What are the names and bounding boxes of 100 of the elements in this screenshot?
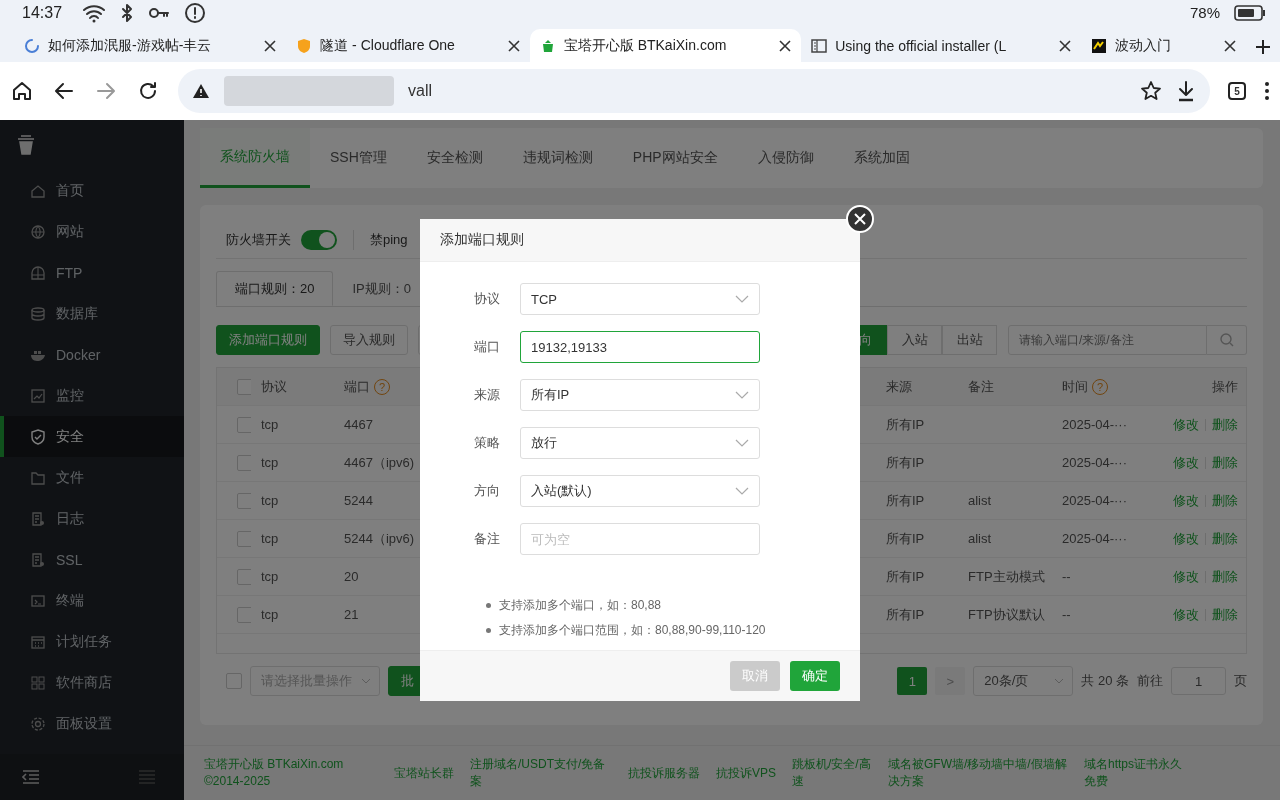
- sidebar-item[interactable]: 软件商店: [0, 662, 184, 703]
- page-button[interactable]: 1: [897, 667, 928, 695]
- tab[interactable]: 系统加固: [833, 128, 930, 188]
- browser-tab[interactable]: 宝塔开心版 BTKaiXin.com: [529, 29, 802, 62]
- firewall-toggle[interactable]: [301, 229, 337, 250]
- select-field[interactable]: 所有IP: [520, 379, 760, 411]
- tab[interactable]: 违规词检测: [502, 128, 613, 188]
- browser-tab[interactable]: 如何添加泯服-游戏帖-丰云: [14, 29, 287, 62]
- checkbox[interactable]: [237, 378, 251, 395]
- sidebar-item[interactable]: 数据库: [0, 293, 184, 334]
- table-cell: tcp: [261, 531, 279, 546]
- menu-icon[interactable]: [1264, 80, 1270, 102]
- delete-link[interactable]: 删除: [1212, 491, 1238, 510]
- confirm-button[interactable]: 确定: [790, 661, 840, 691]
- checkbox[interactable]: [237, 606, 251, 623]
- select-field[interactable]: 放行: [520, 427, 760, 459]
- footer-link[interactable]: 域名https证书永久免费: [1084, 756, 1204, 790]
- input-field[interactable]: 可为空: [520, 523, 760, 555]
- edit-link[interactable]: 修改: [1173, 491, 1199, 510]
- tab[interactable]: 入侵防御: [737, 128, 834, 188]
- sidebar-item[interactable]: 监控: [0, 375, 184, 416]
- search-button[interactable]: [1207, 325, 1247, 355]
- tab[interactable]: SSH管理: [310, 128, 407, 188]
- field-label: 方向: [473, 482, 501, 500]
- footer-link[interactable]: 宝塔站长群: [394, 764, 470, 782]
- footer-link[interactable]: 域名被GFW墙/移动墙中墙/假墙解决方案: [888, 756, 1084, 790]
- sidebar-item[interactable]: 终端: [0, 580, 184, 621]
- column-header: 时间: [1062, 377, 1088, 396]
- footer-link[interactable]: 抗投诉VPS: [716, 764, 792, 782]
- table-cell: 20: [344, 569, 359, 584]
- sidebar-item[interactable]: Docker: [0, 334, 184, 375]
- close-icon[interactable]: [779, 39, 792, 52]
- select-field[interactable]: 入站(默认): [520, 475, 760, 507]
- edit-link[interactable]: 修改: [1173, 605, 1199, 624]
- tab-count[interactable]: 5: [1228, 82, 1246, 100]
- close-icon[interactable]: [507, 39, 520, 52]
- search-icon[interactable]: [1218, 332, 1235, 348]
- sidebar-item[interactable]: 面板设置: [0, 703, 184, 744]
- table-cell: 4467: [344, 417, 373, 432]
- close-icon[interactable]: [264, 39, 277, 52]
- home-icon[interactable]: [10, 79, 34, 103]
- footer-link[interactable]: 注册域名/USDT支付/免备案: [470, 756, 628, 790]
- add-rule-button[interactable]: 添加端口规则: [216, 325, 320, 355]
- delete-link[interactable]: 删除: [1212, 605, 1238, 624]
- checkbox[interactable]: [226, 673, 242, 689]
- delete-link[interactable]: 删除: [1212, 529, 1238, 548]
- delete-link[interactable]: 删除: [1212, 453, 1238, 472]
- table-cell: 2025-04-···: [1062, 455, 1128, 470]
- sidebar-item[interactable]: FTP: [0, 252, 184, 293]
- checkbox[interactable]: [237, 416, 251, 433]
- page-size-select[interactable]: 20条/页: [973, 666, 1074, 696]
- close-icon[interactable]: [1224, 39, 1236, 52]
- input-field[interactable]: 19132,19133: [520, 331, 760, 363]
- browser-tab[interactable]: 波动入门: [1081, 29, 1246, 62]
- edit-link[interactable]: 修改: [1173, 567, 1199, 586]
- delete-link[interactable]: 删除: [1212, 567, 1238, 586]
- filter-button[interactable]: 入站: [887, 325, 942, 355]
- footer-link[interactable]: 抗投诉服务器: [628, 764, 716, 782]
- tab[interactable]: 端口规则：20: [216, 271, 334, 306]
- browser-tab[interactable]: Using the official installer (L: [801, 29, 1082, 62]
- delete-link[interactable]: 删除: [1212, 415, 1238, 434]
- tab[interactable]: PHP网站安全: [612, 128, 738, 188]
- table-cell: tcp: [261, 455, 279, 470]
- next-page-button[interactable]: >: [935, 667, 966, 695]
- sidebar-item[interactable]: 网站: [0, 211, 184, 252]
- download-icon[interactable]: [1176, 80, 1196, 102]
- search-field[interactable]: 请输入端口/来源/备注: [1008, 325, 1207, 355]
- footer-link[interactable]: 宝塔开心版 BTKaiXin.com ©2014-2025: [204, 756, 394, 790]
- edit-link[interactable]: 修改: [1173, 415, 1199, 434]
- address-field[interactable]: vall: [178, 69, 1210, 113]
- sidebar-item[interactable]: 安全: [0, 416, 184, 457]
- edit-link[interactable]: 修改: [1173, 529, 1199, 548]
- close-icon: [854, 213, 866, 225]
- checkbox[interactable]: [237, 530, 251, 547]
- spinner-icon: [24, 37, 40, 54]
- checkbox[interactable]: [237, 454, 251, 471]
- sidebar-item[interactable]: 日志: [0, 498, 184, 539]
- sidebar-item[interactable]: 文件: [0, 457, 184, 498]
- star-icon[interactable]: [1140, 80, 1162, 102]
- close-icon[interactable]: [1059, 39, 1072, 52]
- sidebar-item[interactable]: SSL: [0, 539, 184, 580]
- edit-link[interactable]: 修改: [1173, 453, 1199, 472]
- switch-label: 防火墙开关: [226, 230, 291, 249]
- column-header: 来源: [886, 377, 912, 396]
- sidebar-item[interactable]: 首页: [0, 170, 184, 211]
- footer-link[interactable]: 跳板机/安全/高速: [792, 756, 888, 790]
- checkbox[interactable]: [237, 492, 251, 509]
- checkbox[interactable]: [237, 568, 251, 585]
- logo-icon: [16, 134, 36, 156]
- select-field[interactable]: TCP: [520, 283, 760, 315]
- collapse-icon[interactable]: [22, 770, 40, 784]
- page-input[interactable]: 1: [1171, 667, 1226, 695]
- sidebar-item[interactable]: 计划任务: [0, 621, 184, 662]
- tab[interactable]: 安全检测: [406, 128, 503, 188]
- table-cell: 所有IP: [886, 605, 925, 624]
- import-button[interactable]: 导入规则: [330, 325, 408, 355]
- filter-button[interactable]: 出站: [942, 325, 997, 355]
- tab[interactable]: 系统防火墙: [200, 128, 310, 188]
- browser-tab[interactable]: 隧道 - Cloudflare One: [286, 29, 530, 62]
- table-cell: 2025-04-···: [1062, 531, 1128, 546]
